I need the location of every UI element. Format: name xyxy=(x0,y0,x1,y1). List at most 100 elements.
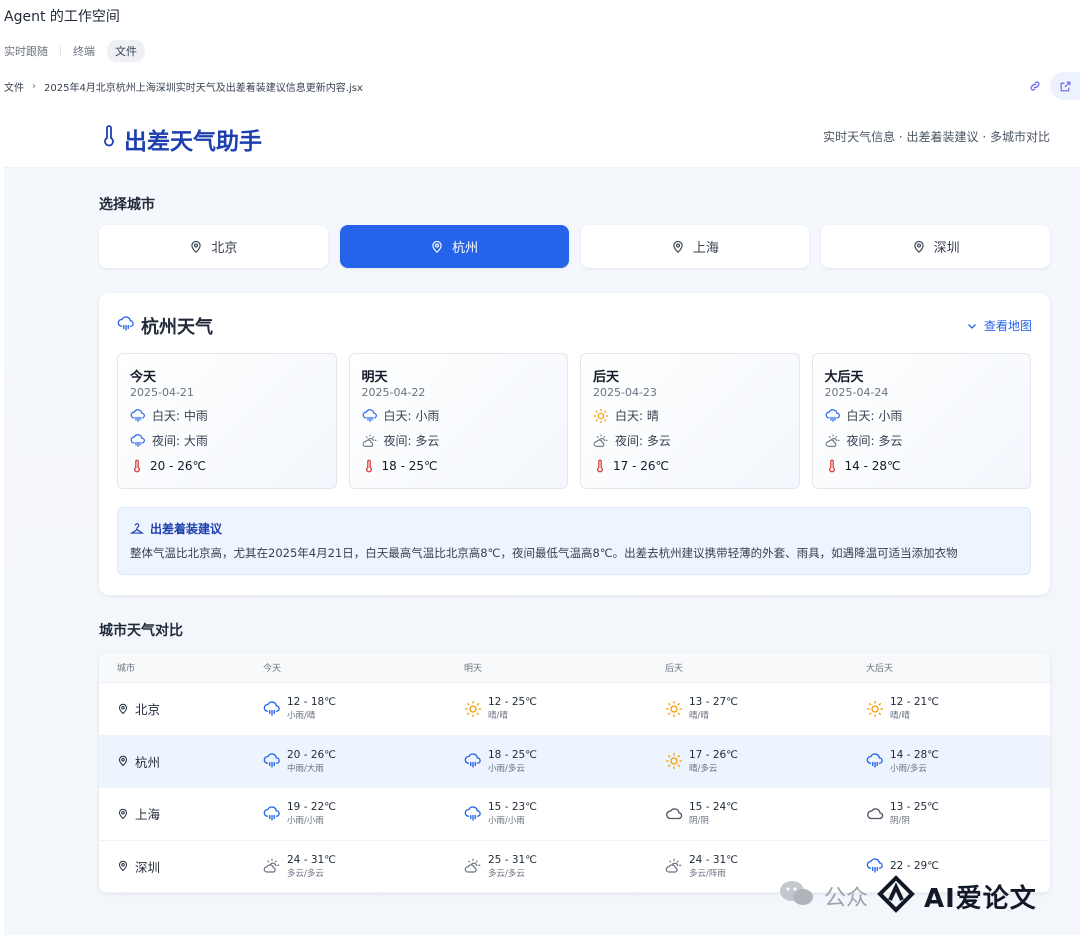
row-city: 深圳 xyxy=(99,857,263,876)
city-button[interactable]: 上海 xyxy=(580,225,810,268)
cell-desc: 小雨/晴 xyxy=(287,711,316,722)
weather-cell: 12 - 25℃ 晴/晴 xyxy=(464,696,665,721)
cell-desc: 小雨/多云 xyxy=(488,763,525,774)
cell-desc: 晴/晴 xyxy=(488,711,508,722)
cell-temp: 13 - 27℃ xyxy=(689,696,738,709)
row-city: 北京 xyxy=(99,699,263,718)
cell-temp: 24 - 31℃ xyxy=(689,853,738,866)
cell-text: 19 - 22℃ 小雨/小雨 xyxy=(287,801,336,826)
temperature-text: 18 - 25℃ xyxy=(381,459,438,473)
cell-desc: 晴/晴 xyxy=(890,711,910,722)
weather-text: 夜间: 大雨 xyxy=(152,434,208,448)
cell-text: 20 - 26℃ 中雨/大雨 xyxy=(287,749,336,774)
link-icon[interactable] xyxy=(1026,77,1044,95)
weather-title-text: 杭州天气 xyxy=(141,317,213,338)
app-title: 出差天气助手 xyxy=(102,122,262,156)
tab-terminal[interactable]: 终端 xyxy=(73,40,95,62)
open-external-icon[interactable] xyxy=(1050,72,1080,100)
weather-text: 夜间: 多云 xyxy=(615,434,671,448)
day-date: 2025-04-21 xyxy=(130,386,194,399)
weather-text: 白天: 晴 xyxy=(615,409,659,423)
breadcrumb: 文件 › 2025年4月北京杭州上海深圳实时天气及出差着装建议信息更新内容.js… xyxy=(4,79,363,94)
thermometer-icon xyxy=(130,459,144,473)
cell-temp: 24 - 31℃ xyxy=(287,853,336,866)
temperature-text: 20 - 26℃ xyxy=(150,459,206,473)
rain-icon xyxy=(263,700,281,718)
sun-icon xyxy=(866,700,884,718)
day-name: 明天 xyxy=(361,370,388,385)
daytime-weather: 白天: 晴 xyxy=(593,407,787,424)
city-button[interactable]: 北京 xyxy=(99,225,328,268)
cell-temp: 15 - 24℃ xyxy=(689,801,738,814)
city-button-label: 北京 xyxy=(211,241,238,256)
sun-icon xyxy=(593,408,609,424)
city-button[interactable]: 杭州 xyxy=(339,225,569,268)
weather-cell: 12 - 18℃ 小雨/晴 xyxy=(263,696,464,721)
view-map-link[interactable]: 查看地图 xyxy=(966,317,1032,334)
thermometer-icon xyxy=(593,459,607,473)
breadcrumb-file: 2025年4月北京杭州上海深圳实时天气及出差着装建议信息更新内容.jsx xyxy=(44,83,363,94)
tab-files[interactable]: 文件 xyxy=(107,40,145,62)
forecast-day-card: 明天 2025-04-22 白天: 小雨 夜间: 多云 18 - 25℃ xyxy=(348,353,568,489)
workspace-tabs: 实时跟随 终端 文件 xyxy=(4,40,157,62)
daytime-weather: 白天: 小雨 xyxy=(362,407,556,424)
nighttime-weather: 夜间: 大雨 xyxy=(130,432,324,449)
tab-follow[interactable]: 实时跟随 xyxy=(4,40,48,62)
cell-desc: 多云/阵雨 xyxy=(689,868,726,879)
temperature-text: 17 - 26℃ xyxy=(613,459,669,473)
watermark-text: 公众 xyxy=(824,886,869,911)
cell-text: 13 - 25℃ 阴/阴 xyxy=(890,801,939,826)
tab-divider xyxy=(60,45,61,57)
app-header: 出差天气助手 实时天气信息 · 出差着装建议 · 多城市对比 xyxy=(4,102,1080,168)
daytime-weather: 白天: 小雨 xyxy=(825,407,1019,424)
rain-icon xyxy=(362,408,378,424)
logo-icon xyxy=(876,874,916,918)
weather-cell: 19 - 22℃ 小雨/小雨 xyxy=(263,801,464,826)
cell-temp: 12 - 25℃ xyxy=(488,696,537,709)
breadcrumb-root[interactable]: 文件 xyxy=(4,79,24,94)
cell-desc: 阴/阴 xyxy=(890,816,910,827)
cell-temp: 18 - 25℃ xyxy=(488,748,537,761)
city-button-label: 深圳 xyxy=(933,241,960,256)
partly-cloudy-icon xyxy=(825,433,841,449)
day-name: 今天 xyxy=(130,370,157,385)
cell-temp: 13 - 25℃ xyxy=(890,801,939,814)
weather-cell: 15 - 24℃ 阴/阴 xyxy=(665,801,866,826)
table-row: 北京 12 - 18℃ 小雨/晴 12 - 25℃ 晴/晴 13 - 27℃ 晴/晴 12 -… xyxy=(99,683,1050,736)
day-name: 大后天 xyxy=(824,370,864,385)
weather-cell: 17 - 26℃ 晴/多云 xyxy=(665,749,866,774)
partly-cloudy-icon xyxy=(464,857,482,875)
table-row: 上海 19 - 22℃ 小雨/小雨 15 - 23℃ 小雨/小雨 15 - 24℃ 阴/阴 1… xyxy=(99,788,1050,841)
location-pin-icon xyxy=(117,755,129,767)
cell-text: 25 - 31℃ 多云/多云 xyxy=(488,854,537,879)
temperature-range: 18 - 25℃ xyxy=(362,459,556,473)
partly-cloudy-icon xyxy=(593,433,609,449)
location-pin-icon xyxy=(117,860,129,872)
rain-icon xyxy=(130,408,146,424)
cell-text: 14 - 28℃ 小雨/多云 xyxy=(890,749,939,774)
weather-app: 出差天气助手 实时天气信息 · 出差着装建议 · 多城市对比 选择城市 北京 杭州… xyxy=(4,102,1080,935)
temperature-range: 20 - 26℃ xyxy=(130,459,324,473)
day-date: 2025-04-24 xyxy=(824,386,889,399)
rain-icon xyxy=(263,805,281,823)
cell-desc: 小雨/多云 xyxy=(890,763,927,774)
weather-cell: 14 - 28℃ 小雨/多云 xyxy=(866,749,1050,774)
cell-text: 24 - 31℃ 多云/阵雨 xyxy=(689,854,738,879)
hanger-icon xyxy=(130,522,144,534)
city-button[interactable]: 深圳 xyxy=(821,225,1050,268)
weather-cell: 20 - 26℃ 中雨/大雨 xyxy=(263,749,464,774)
cell-temp: 17 - 26℃ xyxy=(689,748,738,761)
rain-icon xyxy=(464,752,482,770)
column-header: 明天 xyxy=(464,664,483,674)
cell-text: 12 - 18℃ 小雨/晴 xyxy=(287,696,336,721)
view-map-label: 查看地图 xyxy=(983,319,1032,333)
rain-icon xyxy=(825,408,841,424)
rain-icon xyxy=(464,805,482,823)
cell-temp: 12 - 18℃ xyxy=(287,696,336,709)
location-pin-icon xyxy=(117,703,129,715)
city-button-label: 杭州 xyxy=(452,241,479,256)
watermark-logo: AI爱论文 xyxy=(924,883,1037,914)
row-city: 杭州 xyxy=(99,752,263,771)
location-pin-icon xyxy=(189,240,203,254)
city-name: 北京 xyxy=(135,702,161,718)
